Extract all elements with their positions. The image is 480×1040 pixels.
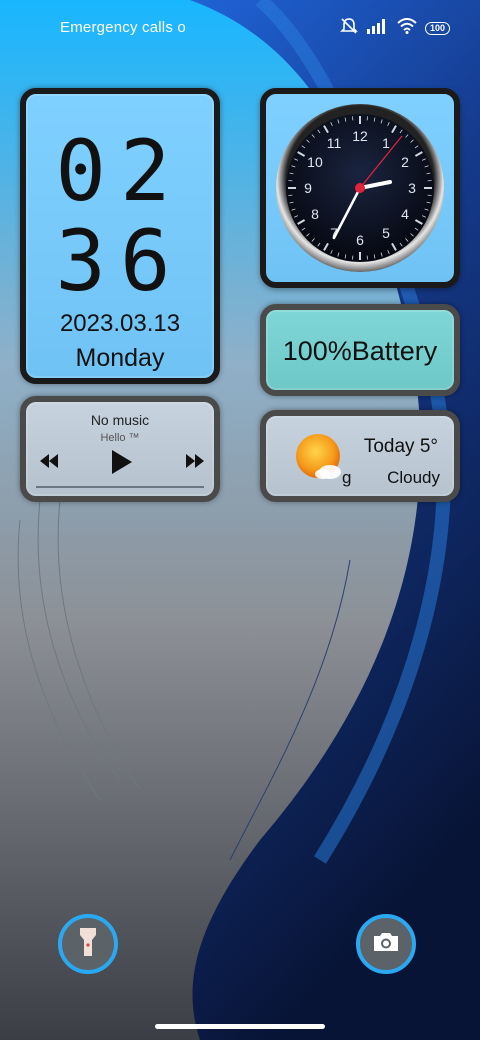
signal-icon [366, 18, 389, 39]
flashlight-button[interactable] [58, 914, 118, 974]
carrier-text: Emergency calls o [60, 19, 186, 36]
wifi-icon [397, 18, 417, 39]
sun-cloud-icon [294, 432, 348, 489]
flashlight-icon [79, 927, 97, 962]
clock-number: 8 [311, 206, 319, 222]
next-track-icon[interactable] [186, 454, 204, 473]
clock-widget[interactable]: 02 36 2023.03.13 Monday [20, 88, 220, 384]
clock-number: 9 [304, 180, 312, 196]
previous-track-icon[interactable] [40, 454, 58, 473]
music-widget[interactable]: No music Hello ™ [20, 396, 220, 502]
clock-number: 1 [382, 135, 390, 151]
clock-number: 11 [327, 135, 342, 151]
camera-button[interactable] [356, 914, 416, 974]
music-progress-bar[interactable] [36, 486, 204, 488]
music-title: No music [90, 412, 150, 428]
play-icon[interactable] [110, 450, 132, 479]
status-icons: 100 [339, 17, 450, 40]
battery-icon: 100 [424, 22, 450, 35]
weather-today: Today 5° [363, 436, 438, 457]
clock-number: 3 [408, 180, 416, 196]
mute-icon [339, 17, 359, 40]
weather-condition: Cloudy [387, 468, 440, 487]
clock-number: 4 [401, 206, 409, 222]
clock-number: 12 [352, 128, 368, 144]
clock-number: 10 [307, 154, 323, 170]
battery-text: 100%Battery [282, 336, 438, 366]
weather-partial-text: g [342, 468, 352, 487]
camera-icon [372, 931, 400, 958]
clock-number: 5 [382, 225, 390, 241]
analog-clock-widget[interactable]: 12 1 2 3 4 5 6 7 8 9 10 11 [260, 88, 460, 288]
music-artist: Hello ™ [100, 432, 140, 444]
clock-hours: 02 [55, 122, 185, 220]
clock-day: Monday [75, 344, 165, 372]
analog-clock-face: 12 1234567891011 [276, 104, 444, 272]
clock-number: 2 [401, 154, 409, 170]
weather-widget[interactable]: Today 5° g Cloudy [260, 410, 460, 502]
battery-widget[interactable]: 100%Battery [260, 304, 460, 396]
clock-date: 2023.03.13 [59, 310, 181, 337]
clock-number: 6 [356, 232, 364, 248]
home-indicator[interactable] [155, 1024, 325, 1029]
clock-minutes: 36 [55, 212, 185, 310]
status-bar: Emergency calls o 100 [0, 0, 480, 56]
